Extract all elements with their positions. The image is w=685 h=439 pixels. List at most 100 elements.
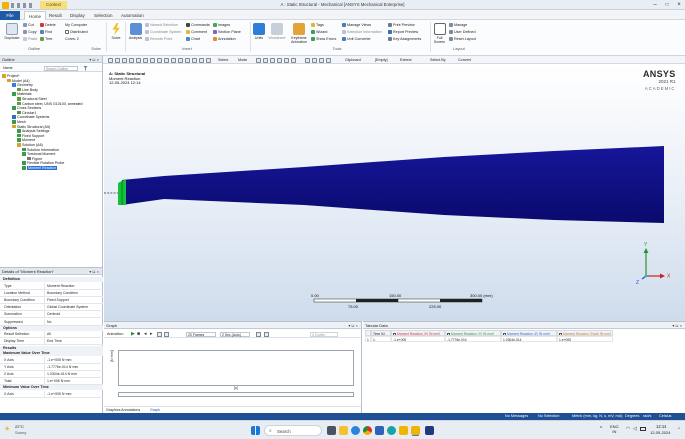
details-section-header[interactable]: Options [0, 325, 103, 331]
clock-date[interactable]: 12-05-2024 [650, 430, 670, 435]
details-row[interactable]: Suppressed No [0, 318, 103, 326]
images-button[interactable]: Images [213, 23, 230, 28]
outline-pin-icon[interactable]: ▾ ⊔ × [89, 56, 99, 63]
tree-item[interactable]: Moment Reaction [22, 166, 58, 170]
graph-plot-area[interactable] [118, 350, 354, 386]
iso-view-icon[interactable] [171, 57, 176, 63]
clipboard-dropdown[interactable]: Clipboard [345, 57, 361, 63]
wifi-icon[interactable]: ◠ [626, 426, 630, 432]
taskbar-search[interactable]: ⌕ Search [264, 425, 322, 436]
graph-pin-icon[interactable]: ▾ ⊔ × [348, 322, 358, 329]
play-icon[interactable]: ▶ [131, 331, 135, 337]
cores-input[interactable]: Cores: 2 [65, 37, 79, 42]
details-row[interactable]: Summation Centroid [0, 311, 103, 319]
tabular-cell[interactable]: -1.e+005 [391, 336, 445, 342]
cut-button[interactable]: Cut [23, 23, 34, 28]
tab-home[interactable]: Home [24, 11, 47, 20]
manage-views-button[interactable]: Manage Views [342, 23, 371, 28]
find-button[interactable]: Find [40, 30, 52, 35]
minimize-icon[interactable]: – [649, 0, 661, 10]
graph-timeline[interactable] [118, 392, 354, 397]
body-icon[interactable] [277, 57, 282, 63]
tabular-cell[interactable]: 1.0304e-014 [501, 336, 557, 342]
magnifier-icon[interactable] [150, 57, 155, 63]
details-value[interactable]: Centroid [44, 311, 101, 319]
duration-dropdown[interactable]: 2 Sec (Auto) [220, 331, 250, 337]
details-value[interactable]: Moment Reaction [44, 282, 101, 290]
list-icon[interactable] [264, 331, 269, 337]
details-row[interactable]: X Axis -1.e+005 N·mm [0, 390, 103, 398]
tree-item[interactable]: Solution Information [22, 147, 59, 152]
face-icon[interactable] [270, 57, 275, 63]
zoom-in-icon[interactable] [115, 57, 120, 63]
weather-icon[interactable]: ☀ [4, 425, 10, 433]
key-assignments-button[interactable]: Key Assignments [388, 37, 421, 42]
file-explorer-icon[interactable] [339, 426, 348, 435]
copy-button[interactable]: Copy [23, 30, 37, 35]
export-icon[interactable] [256, 331, 261, 337]
units-button[interactable]: Units [252, 23, 266, 40]
workbench-icon[interactable] [399, 426, 408, 435]
tab-file[interactable]: File [0, 11, 20, 20]
details-value[interactable]: -1.e+005 N·mm [44, 390, 101, 398]
frame-forward-icon[interactable]: ▸ [150, 331, 153, 337]
details-row[interactable]: Orientation Global Coordinate System [0, 304, 103, 312]
details-value[interactable]: 1.e+005 N·mm [44, 378, 101, 386]
tree-item[interactable]: Flexible Rotation Probe [22, 161, 64, 165]
tree-item[interactable]: Mesh [12, 120, 26, 124]
reverse-icon[interactable] [157, 331, 162, 337]
mechanical-icon[interactable] [411, 426, 420, 435]
select-by-dropdown[interactable]: Select By [430, 57, 446, 63]
unit-converter-button[interactable]: Unit Converter [342, 37, 371, 42]
named-selection-button[interactable]: Named Selection [145, 23, 178, 28]
select-edge-icon[interactable] [199, 57, 204, 63]
beam-body[interactable] [122, 146, 664, 223]
tags-button[interactable]: Tags [311, 23, 324, 28]
tree-item[interactable]: Project* [2, 74, 20, 78]
section-plane-button[interactable]: Section Plane [213, 30, 241, 35]
details-row[interactable]: Result Selection All [0, 331, 103, 339]
show-errors-button[interactable]: Show Errors [311, 37, 336, 42]
browser-icon[interactable] [351, 426, 360, 435]
weather-temp[interactable]: 22°C [15, 424, 24, 429]
store-icon[interactable] [375, 426, 384, 435]
print-preview-button[interactable]: Print Preview [388, 23, 415, 28]
details-section-header[interactable]: Minimum Value Over Time [0, 385, 103, 391]
zoom-fit-icon[interactable] [108, 57, 113, 63]
distributed-checkbox[interactable]: Distributed [65, 30, 88, 35]
tab-automation[interactable]: Automation [117, 11, 148, 20]
node-icon[interactable] [284, 57, 289, 63]
select-button[interactable]: Select [218, 57, 228, 63]
worksheet-button[interactable]: Worksheet [267, 23, 287, 40]
details-section-header[interactable]: Definition [0, 277, 103, 282]
select-point-icon[interactable] [185, 57, 190, 63]
duplicate-button[interactable]: Duplicate [2, 23, 22, 40]
selection-information-button[interactable]: Selection Information [342, 30, 382, 35]
tree-item[interactable]: Torsional Moment [22, 152, 55, 156]
tree-item[interactable]: Line Body [17, 87, 38, 92]
my-computer-dropdown[interactable]: My Computer [65, 23, 87, 28]
battery-icon[interactable] [640, 427, 646, 431]
box-zoom-icon[interactable] [143, 57, 148, 63]
filter-icon[interactable] [319, 57, 324, 63]
tree-item[interactable]: Moment [17, 138, 35, 142]
lock-icon[interactable] [312, 57, 317, 63]
convert-dropdown[interactable]: Convert [458, 57, 471, 63]
tree-item[interactable]: Coordinate Systems [12, 115, 49, 119]
tabular-pin-icon[interactable]: ▾ ⊔ × [672, 322, 682, 329]
details-value[interactable]: -1.e+005 N·mm [44, 356, 101, 364]
tray-chevron-icon[interactable]: ^ [600, 426, 602, 432]
stop-icon[interactable]: ■ [137, 331, 140, 337]
rotate-icon[interactable] [136, 57, 141, 63]
vertex-icon[interactable] [256, 57, 261, 63]
tree-item[interactable]: Carbon steel, UNS G10100, annealed [17, 101, 83, 106]
details-value[interactable]: 1.0304e-014 N·mm [44, 371, 101, 378]
details-row[interactable]: Z Axis 1.0304e-014 N·mm [0, 371, 103, 378]
mode-dropdown[interactable]: Mode [238, 57, 247, 63]
tab-display[interactable]: Display [66, 11, 89, 20]
manage-button[interactable]: Manage [449, 23, 467, 28]
model-view[interactable]: X Y Z 0.00 150.00 300.00 (mm) 75.00 225.… [104, 65, 685, 321]
details-value[interactable]: End Time [44, 338, 101, 346]
tabular-cell[interactable]: 1.e+005 [557, 336, 613, 342]
details-row[interactable]: Location Method Boundary Condition [0, 289, 103, 297]
